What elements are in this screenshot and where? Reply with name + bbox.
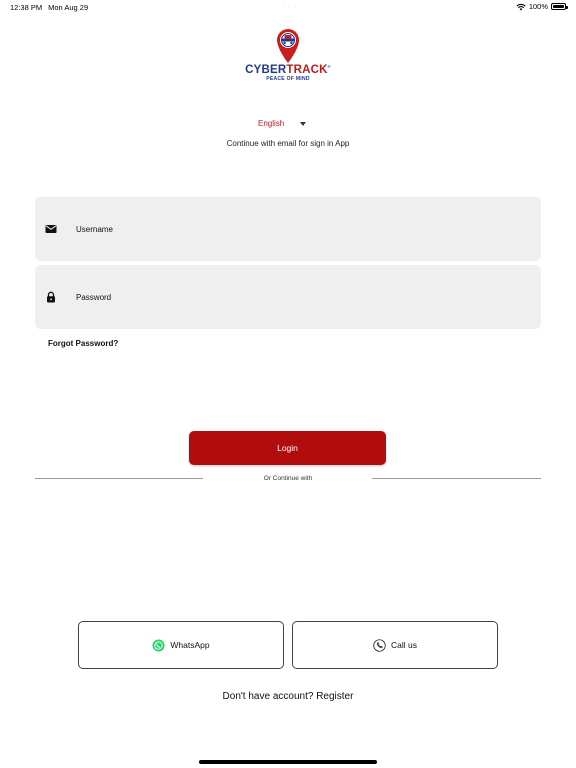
- map-pin-logo-icon: [277, 29, 299, 63]
- logo-word-track: TRACK: [286, 64, 328, 76]
- password-placeholder: Password: [76, 293, 112, 302]
- register-prompt-text: Don't have account?: [222, 691, 314, 702]
- register-prompt: Don't have account? Register: [0, 691, 576, 702]
- battery-percent: 100%: [528, 2, 548, 11]
- login-button[interactable]: Login: [189, 431, 386, 465]
- logo-tagline: PEACE OF MIND: [266, 76, 310, 82]
- status-bar-right: 100%: [516, 2, 568, 11]
- lock-icon: [47, 291, 55, 303]
- status-bar-left: 12:38 PM Mon Aug 29: [10, 3, 88, 12]
- wifi-icon: [516, 3, 526, 10]
- status-date: Mon Aug 29: [48, 3, 89, 12]
- call-us-label: Call us: [391, 640, 417, 650]
- language-selected[interactable]: English: [258, 119, 284, 128]
- forgot-password-link[interactable]: Forgot Password?: [48, 339, 118, 348]
- home-indicator[interactable]: [199, 760, 377, 764]
- status-time: 12:38 PM: [10, 3, 43, 12]
- caret-down-icon[interactable]: [300, 121, 307, 126]
- username-field[interactable]: Username: [35, 197, 541, 261]
- call-us-button[interactable]: Call us: [292, 621, 498, 669]
- language-dropdown[interactable]: English: [258, 119, 307, 128]
- whatsapp-icon: [152, 638, 165, 652]
- whatsapp-label: WhatsApp: [170, 640, 210, 650]
- divider-right: [372, 478, 541, 479]
- battery-icon: [551, 3, 568, 10]
- logo-word-cyber: CYBER: [245, 64, 287, 76]
- username-placeholder: Username: [76, 225, 113, 234]
- password-field[interactable]: Password: [35, 265, 541, 329]
- cybertrack-logo: CYBERTRACK® PEACE OF MIND: [238, 28, 338, 86]
- logo-wordmark: CYBERTRACK®: [238, 64, 338, 77]
- phone-icon: [373, 638, 386, 652]
- mail-icon: [45, 225, 57, 233]
- registered-mark: ®: [327, 64, 331, 70]
- whatsapp-button[interactable]: WhatsApp: [78, 621, 284, 669]
- signin-subtitle: Continue with email for sign in App: [226, 139, 350, 148]
- register-link[interactable]: Register: [316, 691, 353, 702]
- multitasking-dots[interactable]: · · ·: [282, 3, 298, 10]
